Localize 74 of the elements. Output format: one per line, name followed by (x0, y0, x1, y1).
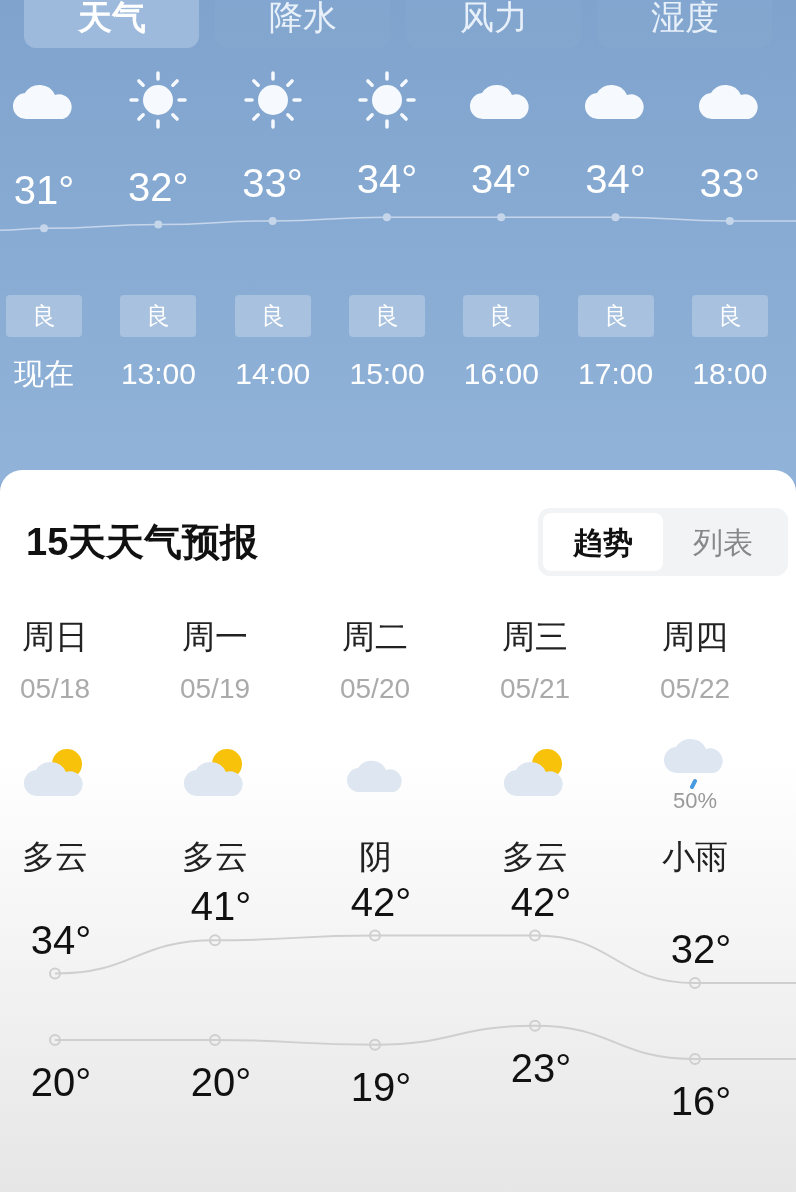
weekday-label: 周三 (502, 617, 568, 657)
temperature-label: 31° (13, 168, 75, 213)
view-tab[interactable]: 趋势 (543, 513, 663, 571)
date-label: 05/20 (339, 671, 411, 706)
precipitation-chance: 50% (672, 788, 717, 813)
data-point (268, 216, 277, 225)
air-quality-badge: 良 (463, 295, 540, 337)
temperature-label: 41° (190, 884, 252, 929)
hour-label: 16:00 (463, 356, 539, 392)
date-label: 05/21 (499, 671, 571, 706)
hour-label: 现在 (14, 356, 75, 392)
data-point (611, 213, 620, 222)
data-point (49, 967, 61, 980)
data-point (689, 1053, 701, 1065)
weather-description: 小雨 (662, 836, 728, 877)
view-tab[interactable]: 列表 (663, 513, 783, 571)
date-label: 05/22 (659, 671, 731, 706)
weekday-label: 周四 (662, 617, 728, 657)
temperature-label: 33° (242, 160, 303, 205)
air-quality-badge: 良 (6, 295, 83, 337)
weather-description: 多云 (182, 836, 248, 877)
weekday-label: 周日 (22, 617, 88, 657)
data-point (49, 1034, 61, 1046)
temperature-label: 42° (350, 881, 412, 924)
hour-label: 18:00 (692, 356, 768, 392)
hour-label: 14:00 (235, 356, 311, 392)
air-quality-badge: 良 (120, 295, 197, 337)
weather-description: 阴 (358, 836, 392, 877)
data-point (154, 220, 163, 229)
sun-icon (357, 70, 418, 130)
data-point (369, 1038, 381, 1051)
date-label: 05/18 (19, 671, 91, 706)
tab[interactable]: 天气 (24, 0, 199, 48)
weather-description: 多云 (502, 836, 568, 877)
weekday-label: 周二 (342, 617, 408, 657)
sun-behind-cloud-icon (504, 747, 566, 798)
air-quality-badge: 良 (234, 295, 311, 337)
temperature-label: 20° (30, 1060, 92, 1104)
data-point (40, 224, 48, 233)
date-label: 05/19 (179, 671, 251, 706)
hour-label: 13:00 (120, 356, 196, 392)
temperature-label: 34° (585, 157, 646, 202)
temperature-label: 42° (510, 881, 572, 924)
air-quality-badge: 良 (349, 295, 426, 337)
air-quality-badge: 良 (577, 295, 654, 337)
temperature-label: 23° (510, 1045, 572, 1090)
sun-behind-cloud-icon (24, 747, 86, 798)
temperature-label: 33° (699, 160, 761, 205)
data-point (725, 216, 734, 225)
data-point (382, 213, 391, 222)
temperature-label: 19° (350, 1064, 412, 1109)
temperature-label: 34° (356, 157, 418, 202)
sun-behind-cloud-icon (184, 747, 246, 798)
hour-label: 17:00 (578, 356, 654, 392)
temperature-label: 32° (670, 927, 732, 971)
forecast-title: 15天天气预报 (26, 519, 259, 565)
temperature-label: 20° (190, 1060, 252, 1104)
weather-description: 多云 (22, 836, 88, 877)
data-point (529, 929, 541, 942)
temperature-label: 34° (30, 917, 92, 962)
data-point (209, 1034, 221, 1046)
hour-label: 15:00 (349, 356, 425, 392)
temperature-label: 32° (128, 164, 189, 209)
sun-icon (128, 70, 189, 130)
data-point (689, 977, 701, 989)
data-point (497, 213, 506, 222)
data-point (369, 929, 381, 942)
air-quality-badge: 良 (691, 295, 768, 337)
temperature-label: 34° (470, 157, 532, 202)
data-point (209, 934, 221, 947)
data-point (529, 1019, 541, 1032)
temperature-label: 16° (670, 1079, 732, 1123)
sun-icon (242, 70, 303, 130)
weekday-label: 周一 (182, 617, 248, 657)
